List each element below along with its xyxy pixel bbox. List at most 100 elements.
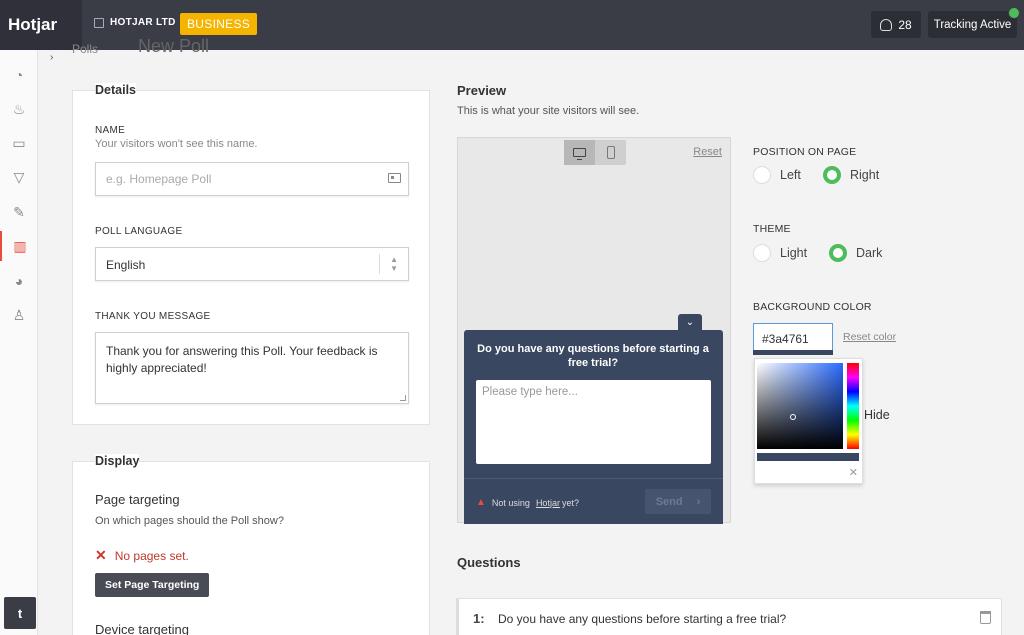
name-hint: Your visitors won't see this name.	[95, 138, 258, 150]
poll-footer: ▲ Not using Hotjar yet? Send ›	[464, 478, 723, 524]
theme-light-option[interactable]: Light	[753, 244, 807, 262]
page-title: New Poll	[138, 36, 210, 56]
position-label: POSITION ON PAGE	[753, 146, 857, 158]
details-heading: Details	[95, 83, 136, 97]
poll-widget: ⌄ Do you have any questions before start…	[464, 314, 723, 524]
bg-color-label: BACKGROUND COLOR	[753, 301, 872, 313]
building-icon	[94, 17, 104, 28]
theme-dark-option[interactable]: Dark	[829, 244, 882, 262]
pencil-icon: ✎	[13, 203, 25, 220]
hotjar-flame-icon: ▲	[476, 497, 486, 508]
tracking-status-button[interactable]: Tracking Active	[928, 7, 1020, 38]
language-select[interactable]: English ▲ ▼	[95, 247, 409, 281]
preview-area: Reset ⌄ Do you have any questions before…	[457, 137, 731, 524]
chevron-right-icon[interactable]: ›	[50, 52, 53, 63]
position-right-label: Right	[850, 168, 880, 182]
theme-light-radio[interactable]	[753, 244, 771, 262]
send-label: Send	[655, 495, 683, 508]
page-targeting-error-text: No pages set.	[114, 548, 189, 563]
theme-dark-radio[interactable]	[829, 244, 847, 262]
color-cursor[interactable]	[790, 414, 796, 420]
position-left-label: Left	[780, 168, 801, 182]
sidebar-item-recruiters[interactable]: ♙	[0, 300, 38, 330]
hue-slider[interactable]	[847, 363, 859, 449]
set-page-targeting-button[interactable]: Set Page Targeting	[95, 573, 210, 597]
theme-label: THEME	[753, 223, 791, 235]
bar-chart-icon: ▥	[13, 237, 27, 254]
close-icon[interactable]: ✕	[849, 466, 858, 479]
poll-answer-input[interactable]: Please type here...	[476, 380, 711, 464]
camera-icon: ▭	[12, 134, 26, 151]
thankyou-value: Thank you for answering this Poll. Your …	[106, 344, 378, 375]
resize-handle-icon[interactable]	[400, 395, 406, 401]
page-targeting-error: ✕ No pages set.	[95, 547, 189, 564]
tracking-label: Tracking Active	[933, 18, 1012, 31]
sidebar-item-polls[interactable]: ▥	[0, 231, 38, 261]
chevron-right-icon: ›	[696, 495, 701, 508]
poll-name-field[interactable]	[95, 162, 409, 196]
theme-light-label: Light	[780, 246, 808, 260]
details-panel: Details NAME Your visitors won't see thi…	[72, 83, 430, 425]
questions-title: Questions	[457, 555, 521, 570]
mobile-preview-button[interactable]	[595, 140, 626, 165]
user-icon: ♙	[12, 306, 26, 323]
poll-note-suffix: yet?	[561, 497, 579, 508]
funnel-icon: ▽	[13, 168, 25, 185]
device-targeting-title: Device targeting	[95, 622, 189, 635]
pie-chart-icon: ◕	[14, 273, 24, 289]
question-number: 1:	[473, 611, 485, 626]
position-left-radio[interactable]	[753, 166, 771, 184]
error-x-icon: ✕	[95, 547, 107, 563]
language-value: English	[106, 258, 146, 272]
position-right-option[interactable]: Right	[823, 166, 879, 184]
sidebar: ◔ ♨ ▭ ▽ ✎ ▥ ◕ ♙ t	[0, 50, 38, 635]
selected-color-swatch	[757, 453, 859, 461]
sidebar-item-surveys[interactable]: ◕	[0, 266, 38, 296]
language-label: POLL LANGUAGE	[95, 226, 183, 237]
color-picker: ✕	[754, 358, 863, 484]
chevron-down-icon: ⌄	[685, 316, 695, 328]
plan-badge[interactable]: BUSINESS	[180, 13, 258, 35]
reset-color-link[interactable]: Reset color	[843, 331, 896, 343]
sidebar-item-forms[interactable]: ✎	[0, 197, 38, 227]
poll-collapse-tab[interactable]: ⌄	[678, 314, 702, 330]
question-row[interactable]: 1: Do you have any questions before star…	[456, 598, 1002, 635]
org-name: HOTJAR LTD	[110, 17, 176, 28]
poll-name-input[interactable]	[96, 163, 408, 195]
mobile-icon	[606, 146, 615, 159]
name-label: NAME	[95, 125, 126, 136]
bg-color-swatch	[753, 350, 833, 355]
preview-reset-link[interactable]: Reset	[693, 146, 722, 158]
brand-name: Hotjar	[8, 15, 58, 34]
preview-title: Preview	[457, 83, 507, 98]
position-right-radio[interactable]	[823, 166, 841, 184]
poll-note: ▲ Not using Hotjar yet?	[476, 497, 579, 508]
users-icon	[880, 18, 893, 31]
thankyou-textarea[interactable]: Thank you for answering this Poll. Your …	[95, 332, 409, 404]
desktop-preview-button[interactable]	[564, 140, 595, 165]
page-targeting-title: Page targeting	[95, 492, 180, 507]
position-left-option[interactable]: Left	[753, 166, 801, 184]
twitter-button[interactable]: t	[4, 597, 36, 629]
display-panel: Display Page targeting On which pages sh…	[72, 454, 430, 635]
twitter-icon: t	[17, 605, 23, 621]
poll-send-button[interactable]: Send ›	[645, 489, 711, 514]
sidebar-item-heatmaps[interactable]: ♨	[0, 94, 38, 124]
color-saturation-area[interactable]	[757, 363, 843, 449]
preview-subtitle: This is what your site visitors will see…	[457, 105, 640, 117]
question-text: Do you have any questions before startin…	[498, 612, 787, 626]
page-targeting-hint: On which pages should the Poll show?	[95, 515, 284, 527]
desktop-icon	[573, 148, 586, 160]
device-toggle	[564, 140, 626, 165]
sidebar-item-funnels[interactable]: ▽	[0, 162, 38, 192]
hide-label: Hide	[864, 408, 890, 422]
sidebar-item-dashboard[interactable]: ◔	[0, 60, 38, 90]
breadcrumb[interactable]: Polls	[72, 42, 98, 56]
trash-icon[interactable]	[980, 611, 991, 624]
gauge-icon: ◔	[14, 67, 24, 83]
org-switcher[interactable]: HOTJAR LTD	[94, 17, 176, 28]
sidebar-item-recordings[interactable]: ▭	[0, 128, 38, 158]
poll-note-link[interactable]: Hotjar	[536, 498, 560, 508]
users-count: 28	[898, 17, 912, 32]
users-button[interactable]: 28	[871, 11, 921, 38]
